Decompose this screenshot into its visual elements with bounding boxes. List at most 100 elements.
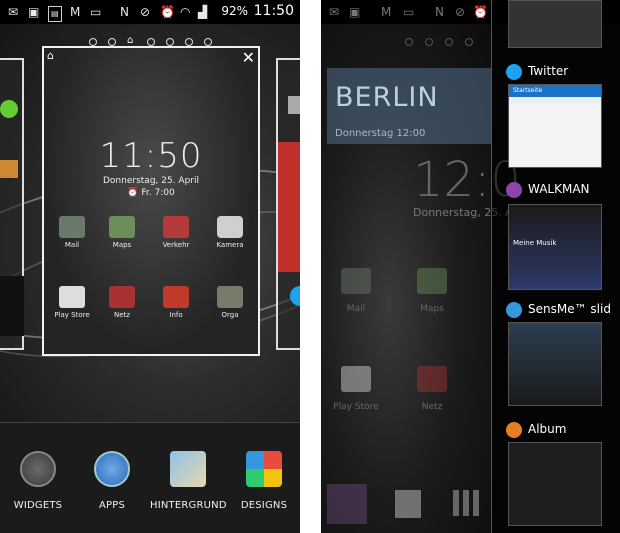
app-netz[interactable]: Netz — [407, 366, 457, 412]
app-drawer-icon[interactable] — [453, 490, 479, 516]
widgets-button[interactable]: WIDGETS — [2, 451, 74, 511]
hintergrund-button[interactable]: HINTERGRUND — [150, 451, 227, 511]
app-mail[interactable]: Mail — [331, 268, 381, 314]
recent-app-title: Twitter — [528, 64, 569, 78]
sd-card-icon: ▤ — [48, 6, 62, 22]
app-label: Play Store — [333, 402, 379, 412]
page-dot[interactable] — [405, 38, 413, 46]
app-label: Netz — [421, 402, 443, 412]
app-icon — [0, 160, 18, 178]
mail-icon — [59, 216, 85, 238]
page-dot[interactable] — [185, 38, 193, 46]
orga-icon — [217, 286, 243, 308]
camera-icon — [217, 216, 243, 238]
page-dot[interactable] — [425, 38, 433, 46]
netz-icon — [109, 286, 135, 308]
close-icon[interactable]: ✕ — [242, 48, 255, 67]
app-mail[interactable]: Mail — [50, 216, 94, 249]
app-label: Mail — [64, 241, 80, 249]
app-netz[interactable]: Netz — [100, 286, 144, 319]
recent-thumbnail[interactable] — [508, 0, 602, 48]
app-folder-icon[interactable] — [327, 484, 367, 524]
page-dot[interactable] — [147, 38, 155, 46]
clock-alarm: ⏰ Fr. 7:00 — [44, 188, 258, 198]
app-maps[interactable]: Maps — [407, 268, 457, 314]
album-icon — [506, 422, 522, 438]
wifi-icon: ◠ — [180, 5, 191, 19]
play-store-icon — [59, 286, 85, 308]
status-time: 11:50 — [253, 3, 294, 19]
alarm-time: Fr. 7:00 — [141, 188, 175, 198]
app-icon — [288, 96, 300, 114]
app-verkehr[interactable]: Verkehr — [154, 216, 198, 249]
recent-apps-panel: Twitter Startseite WALKMAN Meine Musik S… — [491, 0, 620, 533]
dock-label: APPS — [98, 500, 126, 511]
app-label: Maps — [112, 241, 132, 249]
home-icon[interactable]: ⌂ — [127, 36, 137, 46]
app-kamera[interactable]: Kamera — [208, 216, 252, 249]
nfc-icon: N — [120, 5, 129, 19]
apps-button[interactable]: APPS — [76, 451, 148, 511]
red-widget — [278, 142, 300, 272]
page-dot[interactable] — [204, 38, 212, 46]
app-label: Play Store — [54, 311, 90, 319]
right-homescreen-panel[interactable] — [276, 58, 300, 350]
left-homescreen-panel[interactable] — [0, 58, 24, 350]
alarm-icon: ⏰ — [160, 5, 175, 19]
thumb-header: Startseite — [509, 85, 601, 97]
page-dot[interactable] — [89, 38, 97, 46]
weather-city: BERLIN — [335, 82, 439, 113]
apps-icon — [94, 451, 130, 487]
mail-icon: ✉ — [8, 5, 19, 19]
album-thumbnail[interactable] — [508, 442, 602, 526]
twitter-icon — [506, 64, 522, 80]
app-play-store[interactable]: Play Store — [50, 286, 94, 319]
walkman-icon — [506, 182, 522, 198]
thumb-tabs — [509, 97, 601, 105]
image-icon: ▣ — [28, 5, 40, 19]
dock-label: WIDGETS — [13, 500, 63, 511]
info-icon — [163, 286, 189, 308]
recent-app-title: Album — [528, 422, 567, 436]
walkman-thumbnail[interactable]: Meine Musik — [508, 204, 602, 290]
twitter-thumbnail[interactable]: Startseite — [508, 84, 602, 168]
weather-widget[interactable]: BERLIN Donnerstag 12:00 — [327, 68, 491, 144]
dock-label: HINTERGRUND — [150, 500, 227, 511]
designs-icon — [246, 451, 282, 487]
designs-button[interactable]: DESIGNS — [228, 451, 300, 511]
recent-app-title: WALKMAN — [528, 182, 590, 196]
battery-percentage: 92% — [221, 4, 248, 18]
gmail-icon: M — [70, 5, 81, 19]
contacts-icon[interactable] — [395, 490, 421, 518]
sensme-thumbnail[interactable] — [508, 322, 602, 406]
chat-icon: ▭ — [403, 5, 415, 19]
status-bar: ✉ ▣ ▤ M ▭ N ⊘ ⏰ ◠ ▟ 92% 11:50 — [0, 0, 300, 24]
app-label: Verkehr — [162, 241, 190, 249]
left-phone-screen: ✉ ▣ ▤ M ▭ N ⊘ ⏰ ◠ ▟ 92% 11:50 ⌂ ⌂ ✕ 11:5… — [0, 0, 300, 533]
page-dot[interactable] — [465, 38, 473, 46]
sensme-icon — [506, 302, 522, 318]
app-label: Orga — [221, 311, 239, 319]
dock-label: DESIGNS — [240, 500, 288, 511]
clock-date: Donnerstag, 25. April — [103, 176, 199, 186]
app-maps[interactable]: Maps — [100, 216, 144, 249]
app-info[interactable]: Info — [154, 286, 198, 319]
no-sound-icon: ⊘ — [455, 5, 466, 19]
app-label: Maps — [420, 304, 444, 314]
gmail-icon: M — [381, 5, 392, 19]
alarm-icon: ⏰ — [127, 188, 142, 198]
verkehr-icon — [163, 216, 189, 238]
walkman-widget — [0, 276, 24, 336]
page-dot[interactable] — [445, 38, 453, 46]
alarm-icon: ⏰ — [473, 5, 488, 19]
homescreen-preview[interactable]: ⌂ ✕ 11:50 Donnerstag, 25. April ⏰ Fr. 7:… — [42, 46, 260, 356]
nfc-icon: N — [435, 5, 444, 19]
app-label: Netz — [114, 311, 130, 319]
page-dot[interactable] — [108, 38, 116, 46]
wallpaper-icon — [170, 451, 206, 487]
app-play-store[interactable]: Play Store — [331, 366, 381, 412]
right-phone-screen: ✉ ▣ M ▭ N ⊘ ⏰ BERLIN Donnerstag 12:00 12… — [321, 0, 620, 533]
page-dot[interactable] — [166, 38, 174, 46]
app-orga[interactable]: Orga — [208, 286, 252, 319]
play-store-icon — [341, 366, 371, 392]
